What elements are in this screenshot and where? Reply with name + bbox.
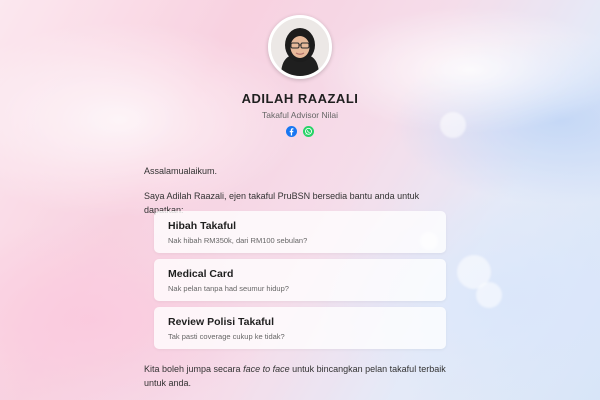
intro-section: Assalamualaikum. Saya Adilah Raazali, ej… [144,164,456,217]
services-list: Hibah Takaful Nak hibah RM350k, dari RM1… [154,211,446,355]
avatar[interactable] [268,15,332,79]
whatsapp-icon[interactable] [303,126,314,137]
service-card-medical[interactable]: Medical Card Nak pelan tanpa had seumur … [154,259,446,301]
service-card-desc: Nak pelan tanpa had seumur hidup? [168,284,289,293]
profile-name: ADILAH RAAZALI [241,91,359,106]
service-card-desc: Nak hibah RM350k, dari RM100 sebulan? [168,236,308,245]
service-card-hibah[interactable]: Hibah Takaful Nak hibah RM350k, dari RM1… [154,211,446,253]
service-card-title: Review Polisi Takaful [168,316,275,328]
profile-title: Takaful Advisor Nilai [261,110,339,120]
decorative-bubble [476,282,502,308]
service-card-title: Hibah Takaful [168,220,237,232]
service-card-title: Medical Card [168,268,234,280]
profile-header: ADILAH RAAZALI Takaful Advisor Nilai [0,15,600,137]
person-hijab-avatar-icon [271,18,329,76]
footer-text-emphasis: face to face [243,364,290,374]
service-card-desc: Tak pasti coverage cukup ke tidak? [168,332,285,341]
social-links [0,126,600,137]
greeting-text: Assalamualaikum. [144,166,218,176]
footer-text-before: Kita boleh jumpa secara [144,364,244,374]
facebook-icon[interactable] [286,126,297,137]
footer-text: Kita boleh jumpa secara face to face unt… [144,362,456,390]
service-card-review[interactable]: Review Polisi Takaful Tak pasti coverage… [154,307,446,349]
